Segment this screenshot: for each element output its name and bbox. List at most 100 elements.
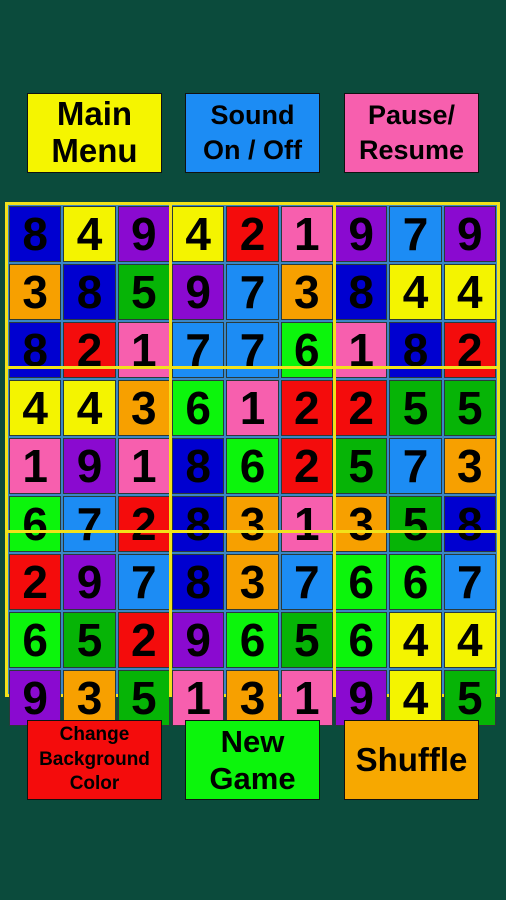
grid-cell-r6-c4[interactable]: 8: [171, 496, 225, 552]
grid-cell-r9-c3[interactable]: 5: [117, 670, 170, 726]
grid-cell-r7-c7[interactable]: 6: [334, 554, 388, 610]
grid-cell-r7-c3[interactable]: 7: [117, 554, 170, 610]
grid-cell-r5-c1[interactable]: 1: [9, 438, 62, 494]
change-background-color-button[interactable]: Change Background Color: [27, 720, 162, 800]
grid-cell-r4-c6[interactable]: 2: [280, 380, 333, 436]
grid-cell-r6-c6[interactable]: 1: [280, 496, 333, 552]
grid-cell-r8-c8[interactable]: 4: [389, 612, 442, 668]
grid-cell-r2-c7[interactable]: 8: [334, 264, 388, 320]
grid-cell-r4-c4[interactable]: 6: [171, 380, 225, 436]
grid-cell-r9-c9[interactable]: 5: [443, 670, 496, 726]
sound-label-line1: Sound: [210, 100, 295, 131]
grid-cell-r1-c2[interactable]: 4: [63, 206, 116, 262]
sound-label-line2: On / Off: [203, 135, 302, 165]
grid-cell-r1-c4[interactable]: 4: [171, 206, 225, 262]
grid-cell-r2-c6[interactable]: 3: [280, 264, 333, 320]
grid-cell-r2-c5[interactable]: 7: [226, 264, 279, 320]
grid-cell-r3-c6[interactable]: 6: [280, 322, 333, 378]
grid-cell-r3-c4[interactable]: 7: [171, 322, 225, 378]
main-menu-label-line1: Main: [56, 95, 133, 133]
grid-cell-r8-c3[interactable]: 2: [117, 612, 170, 668]
grid-cell-r1-c5[interactable]: 2: [226, 206, 279, 262]
grid-cell-r8-c4[interactable]: 9: [171, 612, 225, 668]
new-game-button[interactable]: New Game: [185, 720, 320, 800]
grid-cell-r1-c9[interactable]: 9: [443, 206, 496, 262]
grid-cell-r6-c8[interactable]: 5: [389, 496, 442, 552]
grid-cell-r1-c3[interactable]: 9: [117, 206, 170, 262]
grid-cell-r7-c9[interactable]: 7: [443, 554, 496, 610]
grid-cell-r2-c4[interactable]: 9: [171, 264, 225, 320]
grid-cell-r8-c2[interactable]: 5: [63, 612, 116, 668]
grid-cell-r7-c6[interactable]: 7: [280, 554, 333, 610]
grid-cell-r5-c6[interactable]: 2: [280, 438, 333, 494]
grid-cell-r1-c8[interactable]: 7: [389, 206, 442, 262]
grid-cell-r5-c4[interactable]: 8: [171, 438, 225, 494]
grid-cell-r3-c8[interactable]: 8: [389, 322, 442, 378]
grid-cell-r9-c8[interactable]: 4: [389, 670, 442, 726]
grid-cell-r8-c1[interactable]: 6: [9, 612, 62, 668]
grid-cell-r1-c7[interactable]: 9: [334, 206, 388, 262]
grid-cell-r4-c9[interactable]: 5: [443, 380, 496, 436]
grid-cell-r3-c9[interactable]: 2: [443, 322, 496, 378]
grid-cell-r2-c1[interactable]: 3: [9, 264, 62, 320]
grid-cell-r8-c6[interactable]: 5: [280, 612, 333, 668]
grid-cell-r3-c7[interactable]: 1: [334, 322, 388, 378]
grid-cell-r2-c2[interactable]: 8: [63, 264, 116, 320]
shuffle-button[interactable]: Shuffle: [344, 720, 479, 800]
grid-cell-r5-c3[interactable]: 1: [117, 438, 170, 494]
grid-cell-r2-c8[interactable]: 4: [389, 264, 442, 320]
grid-cell-r5-c2[interactable]: 9: [63, 438, 116, 494]
grid-cell-r7-c5[interactable]: 3: [226, 554, 279, 610]
grid-cell-r1-c6[interactable]: 1: [280, 206, 333, 262]
grid-cell-r4-c8[interactable]: 5: [389, 380, 442, 436]
grid-cell-r3-c2[interactable]: 2: [63, 322, 116, 378]
pause-label-line1: Pause/: [367, 100, 456, 131]
pause-resume-button[interactable]: Pause/ Resume: [344, 93, 479, 173]
change-bg-label-line2: Background: [39, 748, 150, 770]
grid-cell-r2-c3[interactable]: 5: [117, 264, 170, 320]
grid-cell-r4-c1[interactable]: 4: [9, 380, 62, 436]
change-bg-label-line1: Change: [59, 723, 130, 745]
grid-cell-r4-c2[interactable]: 4: [63, 380, 116, 436]
grid-cell-r8-c9[interactable]: 4: [443, 612, 496, 668]
grid-cell-r6-c1[interactable]: 6: [9, 496, 62, 552]
grid-cell-r3-c5[interactable]: 7: [226, 322, 279, 378]
grid-cell-r3-c1[interactable]: 8: [9, 322, 62, 378]
grid-cell-r5-c9[interactable]: 3: [443, 438, 496, 494]
grid-cell-r4-c5[interactable]: 1: [226, 380, 279, 436]
grid-cell-r5-c5[interactable]: 6: [226, 438, 279, 494]
grid-cell-r2-c9[interactable]: 4: [443, 264, 496, 320]
grid-cell-r7-c4[interactable]: 8: [171, 554, 225, 610]
grid-cell-r6-c7[interactable]: 3: [334, 496, 388, 552]
shuffle-label: Shuffle: [355, 740, 468, 778]
puzzle-grid: 8494219793859738448217761824436122551918…: [5, 202, 500, 726]
grid-cell-r7-c2[interactable]: 9: [63, 554, 116, 610]
main-menu-button[interactable]: Main Menu: [27, 93, 162, 173]
grid-cell-r6-c5[interactable]: 3: [226, 496, 279, 552]
pause-label-line2: Resume: [358, 135, 465, 165]
new-game-label-line2: Game: [209, 761, 296, 796]
grid-cell-r1-c1[interactable]: 8: [9, 206, 62, 262]
grid-cell-r6-c9[interactable]: 8: [443, 496, 496, 552]
grid-cell-r9-c5[interactable]: 3: [226, 670, 279, 726]
sound-toggle-button[interactable]: Sound On / Off: [185, 93, 320, 173]
change-bg-label-line3: Color: [69, 773, 120, 795]
grid-cell-r6-c3[interactable]: 2: [117, 496, 170, 552]
grid-cell-r4-c7[interactable]: 2: [334, 380, 388, 436]
grid-cell-r9-c7[interactable]: 9: [334, 670, 388, 726]
new-game-label-line1: New: [220, 723, 285, 759]
main-menu-label-line2: Menu: [51, 132, 138, 169]
grid-cell-r7-c8[interactable]: 6: [389, 554, 442, 610]
grid-cell-r8-c7[interactable]: 6: [334, 612, 388, 668]
grid-cell-r3-c3[interactable]: 1: [117, 322, 170, 378]
grid-cell-r9-c4[interactable]: 1: [171, 670, 225, 726]
grid-cell-r8-c5[interactable]: 6: [226, 612, 279, 668]
grid-cell-r9-c2[interactable]: 3: [63, 670, 116, 726]
grid-cell-r5-c7[interactable]: 5: [334, 438, 388, 494]
grid-cell-r9-c6[interactable]: 1: [280, 670, 333, 726]
grid-cell-r5-c8[interactable]: 7: [389, 438, 442, 494]
grid-cell-r9-c1[interactable]: 9: [9, 670, 62, 726]
grid-cell-r4-c3[interactable]: 3: [117, 380, 170, 436]
grid-cell-r7-c1[interactable]: 2: [9, 554, 62, 610]
grid-cell-r6-c2[interactable]: 7: [63, 496, 116, 552]
